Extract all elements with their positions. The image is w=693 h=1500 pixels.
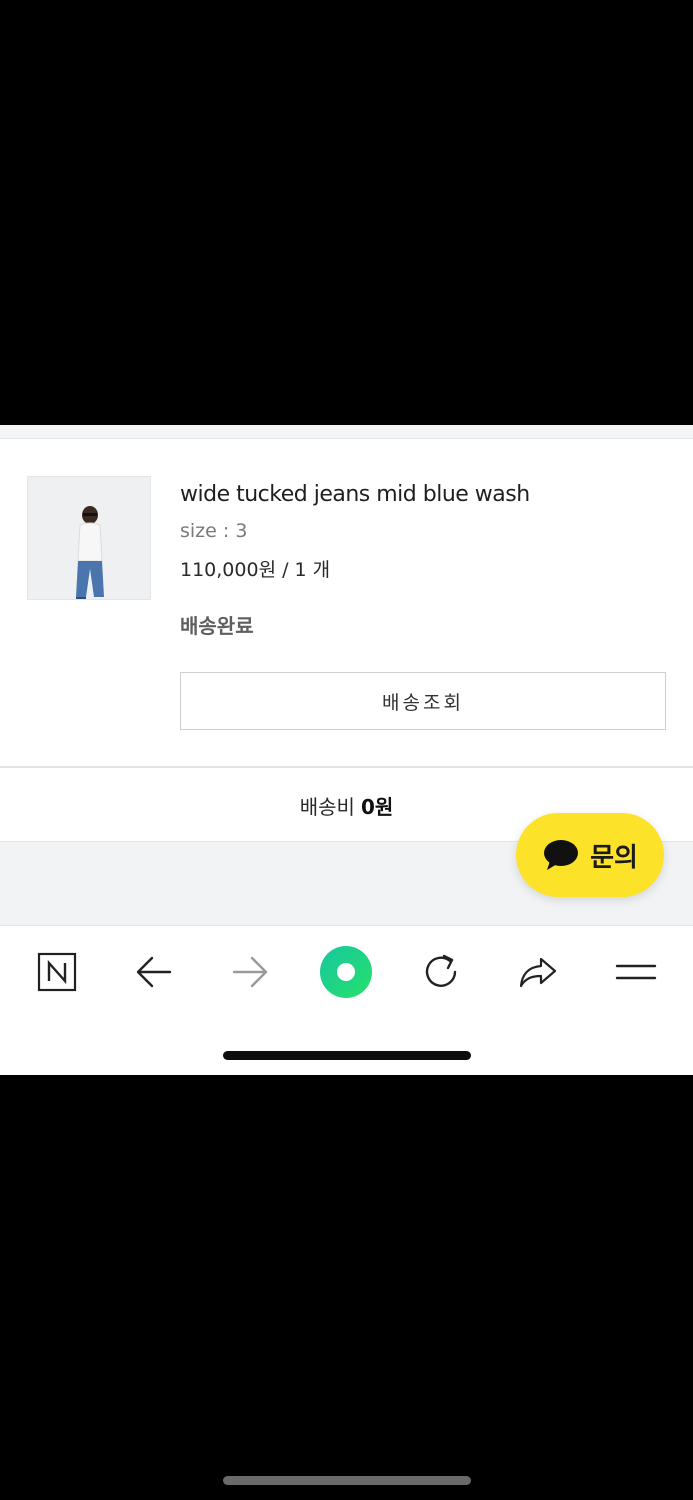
shipping-fee-label: 배송비 [299,794,355,819]
delivery-status: 배송완료 [180,614,254,638]
refresh-icon [425,954,457,987]
screen-bottom-letterbox [0,1075,693,1500]
forward-arrow-icon [232,956,268,988]
share-button[interactable] [514,948,562,996]
track-delivery-button[interactable]: 배송조회 [180,672,666,730]
inquiry-label: 문의 [590,842,638,873]
back-button[interactable] [130,948,178,996]
menu-button[interactable] [612,948,660,996]
product-thumbnail[interactable] [27,476,151,600]
shipping-fee-amount: 0원 [360,794,394,819]
home-indicator [223,1476,471,1485]
refresh-button[interactable] [418,948,466,996]
section-separator [0,425,693,439]
product-photo-icon [28,477,150,599]
product-name[interactable]: wide tucked jeans mid blue wash [180,482,530,507]
share-icon [519,957,557,988]
green-home-dot-icon [320,946,372,998]
product-option: size : 3 [180,520,248,542]
chat-bubble-icon [544,840,579,870]
home-indicator [223,1051,471,1060]
product-price-quantity: 110,000원 / 1 개 [180,559,331,581]
inquiry-button[interactable]: 문의 [516,813,664,897]
naver-home-button[interactable] [33,948,81,996]
green-home-button[interactable] [318,944,374,1000]
browser-toolbar [0,926,693,1016]
naver-n-icon [37,952,77,992]
forward-button[interactable] [226,948,274,996]
back-arrow-icon [136,956,172,988]
menu-icon [615,964,657,980]
app-content: wide tucked jeans mid blue wash size : 3… [0,425,693,1075]
screen-top-letterbox [0,0,693,425]
